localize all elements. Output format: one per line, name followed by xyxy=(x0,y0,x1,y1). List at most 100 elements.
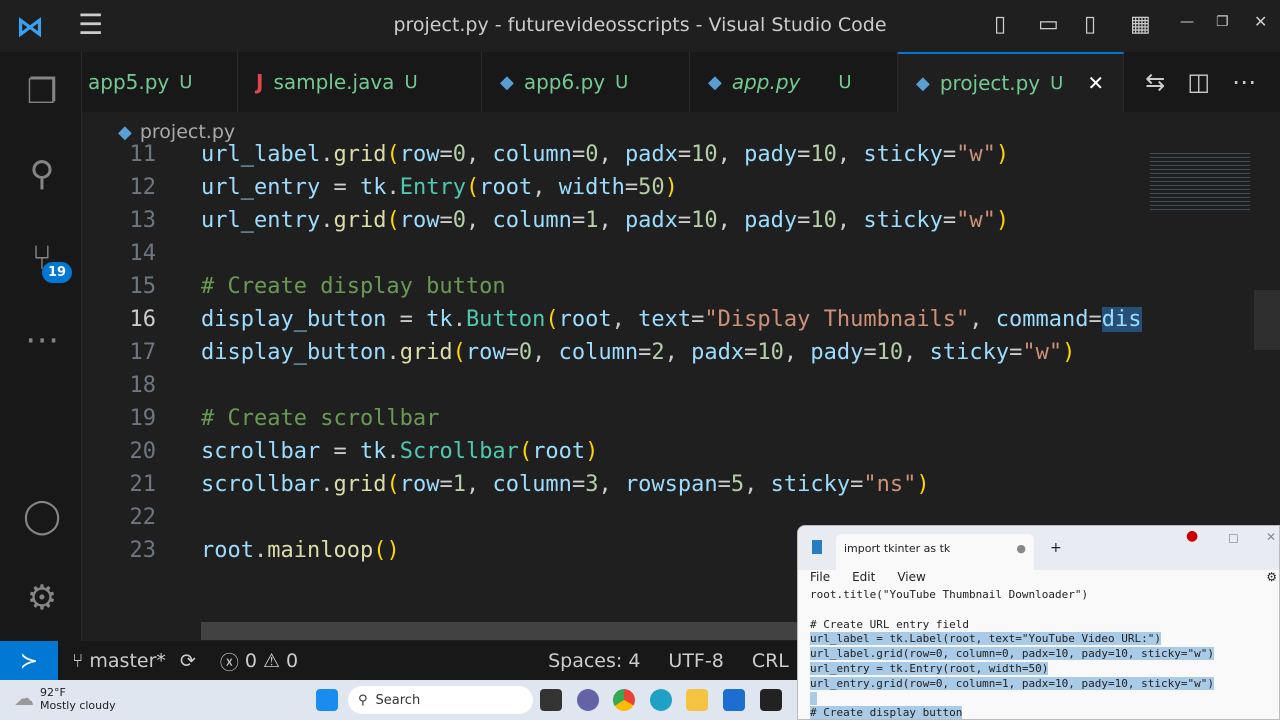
python-file-icon: ◆ xyxy=(916,72,930,94)
tab-app5-py[interactable]: app5.py U xyxy=(82,52,238,112)
customize-layout-icon[interactable]: ▦ xyxy=(1130,12,1151,37)
mail-icon[interactable] xyxy=(723,689,745,711)
menu-view[interactable]: View xyxy=(897,570,925,590)
tab-app-py[interactable]: ◆ app.py U xyxy=(690,52,898,112)
java-file-icon: J xyxy=(256,70,264,94)
toggle-panel-icon[interactable]: ▭ xyxy=(1038,12,1059,37)
code-line[interactable]: 20 scrollbar = tk.Scrollbar(root) xyxy=(82,435,1146,468)
sync-icon[interactable]: ⟳ xyxy=(180,650,196,672)
code-line[interactable]: 19 # Create scrollbar xyxy=(82,402,1146,435)
error-count: 0 xyxy=(244,650,257,672)
code-line[interactable]: 15 # Create display button xyxy=(82,270,1146,303)
line-number: 22 xyxy=(129,505,157,530)
line-number: 14 xyxy=(129,241,157,266)
notepad-line: url_entry.grid(row=0, column=1, padx=10,… xyxy=(810,676,1214,690)
error-icon: ⓧ xyxy=(219,651,239,674)
code-line[interactable]: 16 display_button = tk.Button(root, text=… xyxy=(82,303,1146,336)
line-code: url_label.grid(row=0, column=0, padx=10,… xyxy=(201,142,1010,167)
restore-button[interactable]: ❐ xyxy=(1216,14,1229,30)
tab-label: app.py xyxy=(731,70,801,94)
notepad-line: # Create display button xyxy=(810,706,963,720)
remote-indicator-icon[interactable]: ≻ xyxy=(0,641,58,681)
cloud-icon: ☁ xyxy=(14,686,34,710)
horizontal-scrollbar[interactable] xyxy=(201,622,801,640)
line-code: scrollbar.grid(row=1, column=3, rowspan=… xyxy=(201,472,930,497)
line-number: 12 xyxy=(129,175,157,200)
more-actions-icon[interactable]: ⋯ xyxy=(1232,68,1256,96)
notepad-line: url_entry = tk.Entry(root, width=50) xyxy=(810,661,1049,675)
settings-icon[interactable]: ⚙ xyxy=(1266,570,1277,584)
file-explorer-icon[interactable] xyxy=(686,689,708,711)
close-window-button[interactable]: ✕ xyxy=(1254,12,1267,31)
maximize-button[interactable]: ☐ xyxy=(1228,532,1239,546)
code-line[interactable]: 14 xyxy=(82,237,1146,270)
split-editor-icon[interactable]: ◫ xyxy=(1187,68,1210,96)
temperature: 92°F xyxy=(40,686,66,699)
branch-icon: ⑂ xyxy=(72,650,84,672)
line-code: display_button.grid(row=0, column=2, pad… xyxy=(201,340,1076,365)
task-view-icon[interactable] xyxy=(540,689,562,711)
close-tab-icon[interactable]: ✕ xyxy=(1087,71,1104,95)
notepad-line: url_label.grid(row=0, column=0, padx=10,… xyxy=(810,647,1214,661)
explorer-icon[interactable]: ❐ xyxy=(20,70,64,114)
weather-widget[interactable]: ☁ 92°F Mostly cloudy xyxy=(14,686,116,712)
settings-gear-icon[interactable]: ⚙ xyxy=(20,576,64,620)
notepad-window[interactable]: import tkinter as tk ● + ● ☐ ✕ File Edit … xyxy=(797,525,1280,720)
toggle-secondary-sidebar-icon[interactable]: ▯ xyxy=(1084,12,1096,37)
encoding-status[interactable]: UTF-8 xyxy=(668,650,723,672)
close-button[interactable]: ✕ xyxy=(1266,530,1276,544)
more-icon[interactable]: ⋯ xyxy=(20,318,64,362)
edge-icon[interactable] xyxy=(650,689,672,711)
line-number: 13 xyxy=(129,208,157,233)
notepad-line xyxy=(810,603,817,616)
code-line[interactable]: 17 display_button.grid(row=0, column=2, p… xyxy=(82,336,1146,369)
spaces-status[interactable]: Spaces: 4 xyxy=(548,650,640,672)
recording-icon: ● xyxy=(1186,528,1199,544)
notepad-tab[interactable]: import tkinter as tk ● xyxy=(836,534,1034,570)
menu-edit[interactable]: Edit xyxy=(852,570,875,590)
problems-status[interactable]: ⓧ 0 ⚠ 0 xyxy=(220,648,298,675)
tab-status: U xyxy=(179,71,193,93)
search-icon[interactable]: ⚲ xyxy=(20,152,64,196)
code-line[interactable]: 12 url_entry = tk.Entry(root, width=50) xyxy=(82,171,1146,204)
teams-icon[interactable] xyxy=(577,689,599,711)
account-icon[interactable]: ◯ xyxy=(20,494,64,538)
unsaved-dot-icon: ● xyxy=(1016,542,1026,555)
warning-count: 0 xyxy=(286,650,299,672)
line-code: root.mainloop() xyxy=(201,538,400,563)
branch-status[interactable]: ⑂ master* ⟳ xyxy=(72,650,196,672)
tab-sample-java[interactable]: Jsample.java U xyxy=(238,52,482,112)
minimize-button[interactable]: — xyxy=(1180,14,1194,30)
code-line[interactable]: 13 url_entry.grid(row=0, column=1, padx=1… xyxy=(82,204,1146,237)
toggle-sidebar-icon[interactable]: ▯ xyxy=(994,12,1006,37)
chrome-icon[interactable] xyxy=(613,689,635,711)
taskbar-search[interactable]: ⚲ Search xyxy=(348,686,533,714)
terminal-icon[interactable] xyxy=(760,689,782,711)
tab-label: sample.java xyxy=(273,70,395,94)
activity-bar: ❐ ⚲ ⑂ 19 ⋯ ◯ ⚙ xyxy=(0,52,82,641)
code-line[interactable]: 18 xyxy=(82,369,1146,402)
breadcrumb-file[interactable]: project.py xyxy=(140,121,235,143)
notepad-menu: File Edit View ⚙ xyxy=(798,570,1279,590)
python-file-icon: ◆ xyxy=(118,121,132,143)
new-tab-button[interactable]: + xyxy=(1050,540,1062,556)
line-number: 19 xyxy=(129,406,157,431)
line-number: 16 xyxy=(129,307,157,332)
menu-file[interactable]: File xyxy=(810,570,830,590)
code-line[interactable]: 21 scrollbar.grid(row=1, column=3, rowspa… xyxy=(82,468,1146,501)
notepad-tabbar: import tkinter as tk ● + ● ☐ ✕ xyxy=(798,526,1279,570)
line-code: scrollbar = tk.Scrollbar(root) xyxy=(201,439,599,464)
code-line[interactable]: 11 url_label.grid(row=0, column=0, padx=1… xyxy=(82,142,1146,171)
compare-changes-icon[interactable]: ⇆ xyxy=(1145,68,1165,96)
line-code: display_button = tk.Button(root, text="D… xyxy=(201,307,1142,332)
line-number: 21 xyxy=(129,472,157,497)
tab-app6-py[interactable]: ◆ app6.py U xyxy=(482,52,690,112)
tab-status: U xyxy=(838,71,852,93)
eol-status[interactable]: CRL xyxy=(752,650,789,672)
start-icon[interactable] xyxy=(316,689,338,711)
tab-status: U xyxy=(615,71,629,93)
line-code: # Create display button xyxy=(201,274,506,299)
notepad-text[interactable]: root.title("YouTube Thumbnail Downloader… xyxy=(798,584,1279,720)
scm-badge: 19 xyxy=(42,262,73,283)
tab-project-py[interactable]: ◆ project.py U ✕ xyxy=(898,52,1124,112)
